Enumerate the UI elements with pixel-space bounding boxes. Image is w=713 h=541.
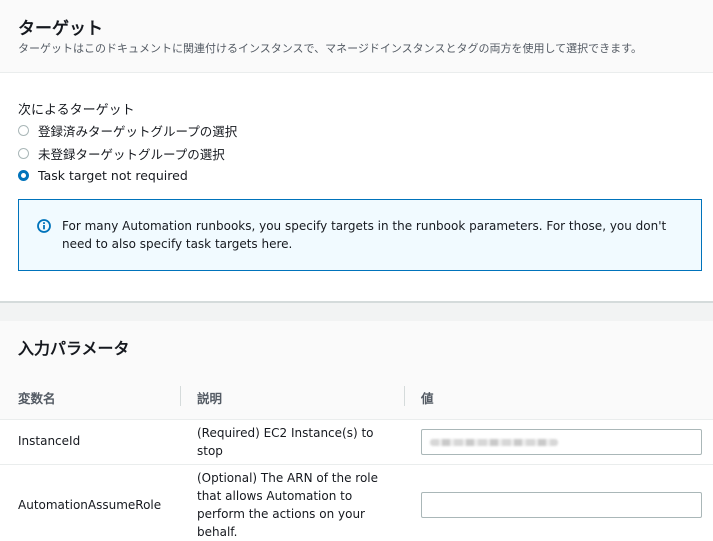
column-divider xyxy=(404,386,405,406)
table-row: AutomationAssumeRole (Optional) The ARN … xyxy=(0,465,713,541)
radio-registered-target-group[interactable]: 登録済みターゲットグループの選択 xyxy=(18,121,237,139)
section-gap xyxy=(0,303,713,321)
info-alert: For many Automation runbooks, you specif… xyxy=(18,199,702,271)
automation-assume-role-input[interactable] xyxy=(421,492,702,518)
column-header-name: 変数名 xyxy=(18,391,56,406)
redacted-value xyxy=(430,439,558,446)
info-icon xyxy=(37,219,51,233)
params-table-header: 変数名 説明 値 xyxy=(0,374,713,420)
param-description: (Optional) The ARN of the role that allo… xyxy=(197,471,379,539)
target-section-header: ターゲット ターゲットはこのドキュメントに関連付けるインスタンスで、マネージドイ… xyxy=(0,0,713,73)
radio-label: 未登録ターゲットグループの選択 xyxy=(38,146,225,162)
page: ターゲット ターゲットはこのドキュメントに関連付けるインスタンスで、マネージドイ… xyxy=(0,0,713,541)
param-name: AutomationAssumeRole xyxy=(18,498,162,512)
instance-id-input[interactable] xyxy=(421,429,702,455)
column-divider xyxy=(180,386,181,406)
radio-button-selected[interactable] xyxy=(18,169,29,181)
target-description: ターゲットはこのドキュメントに関連付けるインスタンスで、マネージドインスタンスと… xyxy=(18,42,643,55)
radio-unregistered-target-group[interactable]: 未登録ターゲットグループの選択 xyxy=(18,144,225,162)
param-name: InstanceId xyxy=(18,434,81,448)
target-by-label: 次によるターゲット xyxy=(18,103,135,118)
param-description: (Required) EC2 Instance(s) to stop xyxy=(197,426,374,458)
radio-task-target-not-required[interactable]: Task target not required xyxy=(18,166,188,184)
table-row: InstanceId (Required) EC2 Instance(s) to… xyxy=(0,420,713,465)
radio-button[interactable] xyxy=(18,147,29,159)
radio-label: Task target not required xyxy=(38,167,188,183)
radio-label: 登録済みターゲットグループの選択 xyxy=(38,123,238,139)
params-title: 入力パラメータ xyxy=(18,339,130,358)
info-text: For many Automation runbooks, you specif… xyxy=(62,219,667,251)
column-header-value: 値 xyxy=(421,391,434,406)
params-section-header: 入力パラメータ xyxy=(0,321,713,375)
column-header-description: 説明 xyxy=(197,391,223,406)
target-title: ターゲット xyxy=(18,19,103,39)
radio-button[interactable] xyxy=(18,124,29,136)
